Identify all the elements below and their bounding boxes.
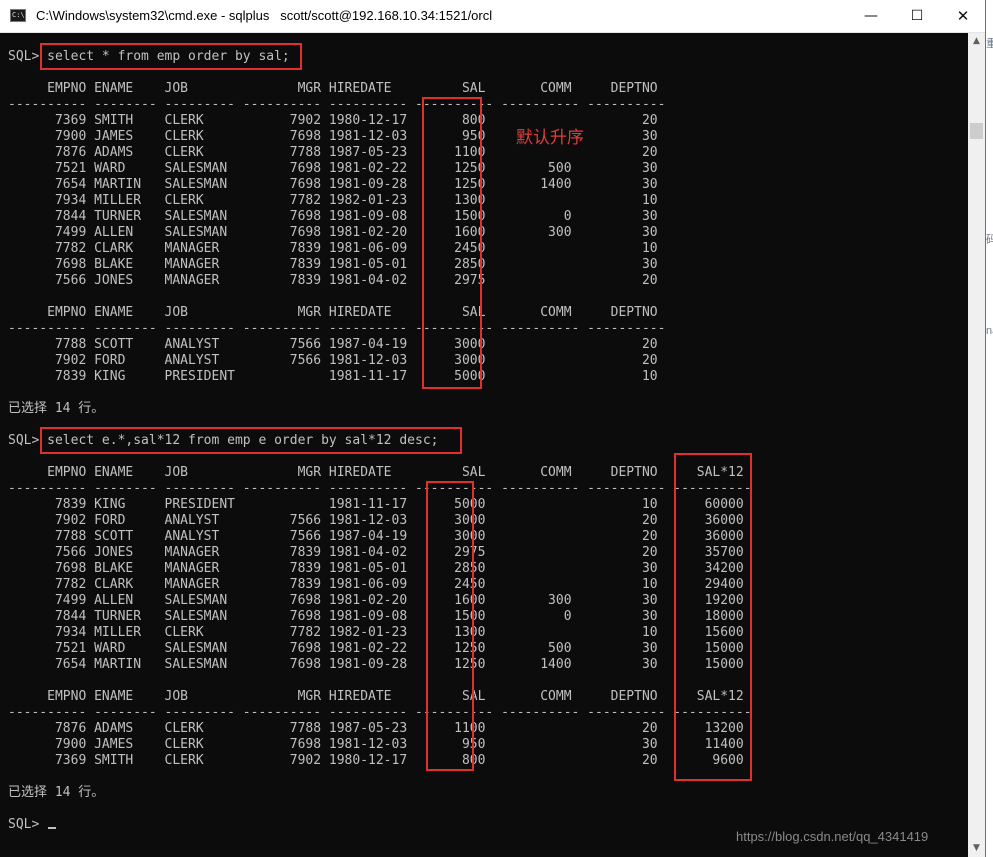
console-line: 7902 FORD ANALYST 7566 1981-12-03 3000 2… bbox=[8, 353, 658, 368]
console-line: 7521 WARD SALESMAN 7698 1981-02-22 1250 … bbox=[8, 161, 658, 176]
console-line: 7839 KING PRESIDENT 1981-11-17 5000 10 bbox=[8, 369, 658, 384]
scroll-down-arrow-icon[interactable]: ▼ bbox=[968, 840, 985, 857]
console-line: 7369 SMITH CLERK 7902 1980-12-17 800 20 … bbox=[8, 753, 744, 768]
console-line: ---------- -------- --------- ----------… bbox=[8, 481, 752, 496]
console-line: EMPNO ENAME JOB MGR HIREDATE SAL COMM DE… bbox=[8, 689, 744, 704]
cmd-window: C:\ C:\Windows\system32\cmd.exe - sqlplu… bbox=[0, 0, 986, 857]
console-output[interactable]: SQL> select * from emp order by sal; EMP… bbox=[0, 33, 968, 857]
console-line: 7902 FORD ANALYST 7566 1981-12-03 3000 2… bbox=[8, 513, 744, 528]
title-bar[interactable]: C:\ C:\Windows\system32\cmd.exe - sqlplu… bbox=[0, 0, 985, 33]
console-line: ---------- -------- --------- ----------… bbox=[8, 705, 752, 720]
window-title: C:\Windows\system32\cmd.exe - sqlplus sc… bbox=[36, 8, 493, 23]
highlight-box-sal12-column bbox=[674, 453, 752, 781]
scroll-up-arrow-icon[interactable]: ▲ bbox=[968, 33, 985, 50]
console-line: 7499 ALLEN SALESMAN 7698 1981-02-20 1600… bbox=[8, 225, 658, 240]
console-line: 已选择 14 行。 bbox=[8, 401, 105, 416]
highlight-box-query-1 bbox=[40, 43, 302, 70]
console-line: 7844 TURNER SALESMAN 7698 1981-09-08 150… bbox=[8, 209, 658, 224]
highlight-box-sal-column-2 bbox=[426, 481, 474, 771]
console-line: 7521 WARD SALESMAN 7698 1981-02-22 1250 … bbox=[8, 641, 744, 656]
maximize-button[interactable]: ☐ bbox=[894, 0, 940, 32]
minimize-button[interactable]: — bbox=[848, 0, 894, 32]
text-cursor bbox=[48, 827, 56, 829]
console-line: 7839 KING PRESIDENT 1981-11-17 5000 10 6… bbox=[8, 497, 744, 512]
console-line: 7934 MILLER CLERK 7782 1982-01-23 1300 1… bbox=[8, 193, 658, 208]
background-window-right bbox=[985, 0, 993, 857]
console-line: EMPNO ENAME JOB MGR HIREDATE SAL COMM DE… bbox=[8, 305, 658, 320]
background-text-fragment: na bbox=[986, 325, 993, 337]
close-button[interactable]: ✕ bbox=[940, 0, 986, 32]
watermark-text: https://blog.csdn.net/qq_4341419 bbox=[736, 829, 929, 844]
console-line: 7782 CLARK MANAGER 7839 1981-06-09 2450 … bbox=[8, 577, 744, 592]
console-line: 7654 MARTIN SALESMAN 7698 1981-09-28 125… bbox=[8, 657, 744, 672]
console-line: 7566 JONES MANAGER 7839 1981-04-02 2975 … bbox=[8, 545, 744, 560]
console-line: EMPNO ENAME JOB MGR HIREDATE SAL COMM DE… bbox=[8, 81, 658, 96]
console-line: SQL> bbox=[8, 817, 48, 832]
console-line: 7782 CLARK MANAGER 7839 1981-06-09 2450 … bbox=[8, 241, 658, 256]
console-line: 7788 SCOTT ANALYST 7566 1987-04-19 3000 … bbox=[8, 337, 658, 352]
highlight-box-query-2 bbox=[40, 427, 462, 454]
console-line: 7698 BLAKE MANAGER 7839 1981-05-01 2850 … bbox=[8, 257, 658, 272]
annotation-default-ascending: 默认升序 bbox=[516, 128, 584, 148]
console-line: ---------- -------- --------- ----------… bbox=[8, 321, 666, 336]
console-line: 7934 MILLER CLERK 7782 1982-01-23 1300 1… bbox=[8, 625, 744, 640]
background-text-fragment: 码 bbox=[986, 234, 993, 246]
console-line: 7844 TURNER SALESMAN 7698 1981-09-08 150… bbox=[8, 609, 744, 624]
console-line: 7900 JAMES CLERK 7698 1981-12-03 950 30 … bbox=[8, 737, 744, 752]
vertical-scrollbar[interactable]: ▲ ▼ bbox=[968, 33, 985, 857]
highlight-box-sal-column-1 bbox=[422, 97, 482, 389]
console-line: ---------- -------- --------- ----------… bbox=[8, 97, 666, 112]
background-text-fragment: 重 bbox=[986, 38, 993, 50]
console-line: EMPNO ENAME JOB MGR HIREDATE SAL COMM DE… bbox=[8, 465, 744, 480]
scroll-thumb[interactable] bbox=[970, 123, 983, 139]
console-line: 已选择 14 行。 bbox=[8, 785, 105, 800]
console-line: 7499 ALLEN SALESMAN 7698 1981-02-20 1600… bbox=[8, 593, 744, 608]
console-line: 7566 JONES MANAGER 7839 1981-04-02 2975 … bbox=[8, 273, 658, 288]
console-line: 7876 ADAMS CLERK 7788 1987-05-23 1100 20… bbox=[8, 721, 744, 736]
console-line: 7654 MARTIN SALESMAN 7698 1981-09-28 125… bbox=[8, 177, 658, 192]
console-line: 7788 SCOTT ANALYST 7566 1987-04-19 3000 … bbox=[8, 529, 744, 544]
console-line: 7698 BLAKE MANAGER 7839 1981-05-01 2850 … bbox=[8, 561, 744, 576]
cmd-icon: C:\ bbox=[10, 9, 26, 22]
